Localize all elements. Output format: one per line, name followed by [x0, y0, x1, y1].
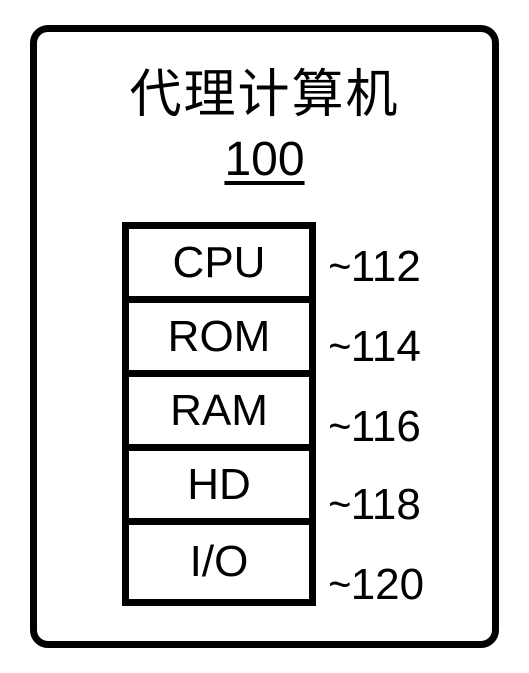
table-row: RAM — [129, 377, 309, 451]
table-row: ROM — [129, 303, 309, 377]
box-title: 代理计算机 — [129, 52, 399, 127]
cell-label: I/O — [190, 537, 249, 587]
table-row: CPU — [129, 229, 309, 303]
cell-label: ROM — [168, 312, 271, 362]
cell-label: RAM — [170, 386, 268, 436]
table-row: I/O — [129, 525, 309, 599]
computer-box: 代理计算机 100 CPU ROM RAM HD I/O ~112 ~114 ~… — [30, 25, 499, 648]
cell-label: HD — [187, 460, 251, 510]
component-table: CPU ROM RAM HD I/O — [122, 222, 316, 606]
ref-label: ~114 — [327, 322, 421, 372]
ref-label: ~120 — [327, 560, 424, 610]
ref-label: ~112 — [327, 242, 421, 292]
box-number: 100 — [224, 132, 304, 187]
table-row: HD — [129, 451, 309, 525]
ref-label: ~118 — [327, 480, 421, 530]
cell-label: CPU — [173, 238, 266, 288]
ref-label: ~116 — [327, 402, 421, 452]
